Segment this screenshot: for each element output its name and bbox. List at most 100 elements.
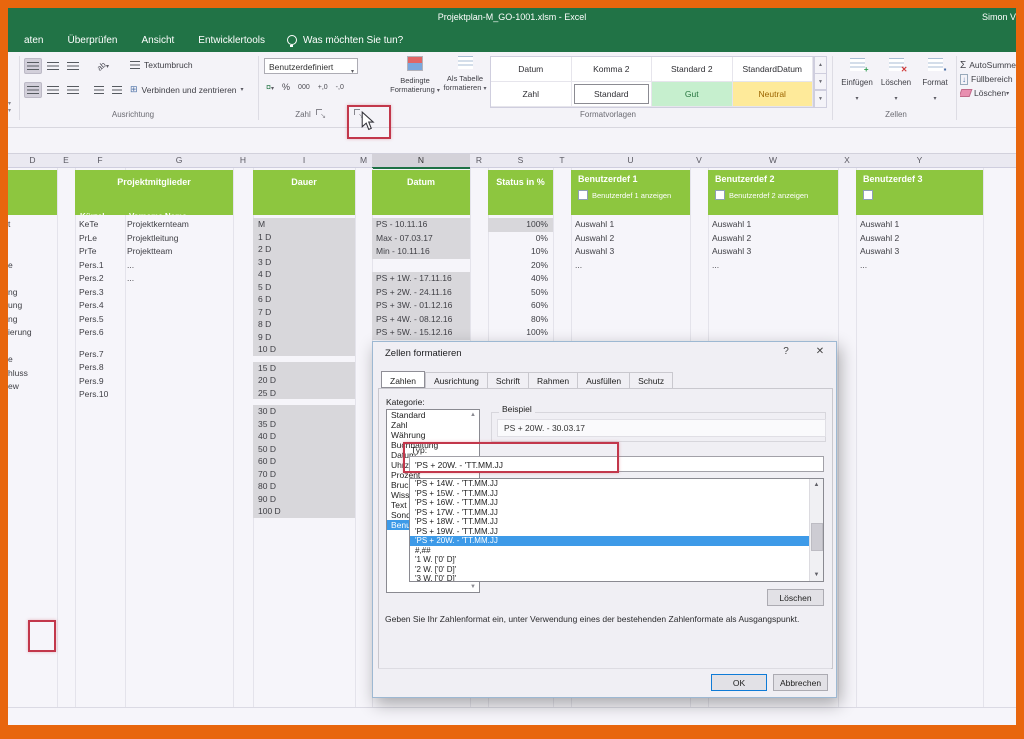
cell[interactable]: PrTe xyxy=(79,245,125,259)
format-as-table-button[interactable]: Als Tabelleformatieren ▾ xyxy=(440,56,490,94)
cell[interactable]: Auswahl 2 xyxy=(860,232,970,246)
ribbon-tab[interactable]: Ansicht xyxy=(130,30,187,51)
column-header[interactable]: E xyxy=(57,154,75,167)
cell[interactable]: 8 D xyxy=(253,318,355,331)
checkbox-icon[interactable] xyxy=(715,190,725,200)
cancel-button[interactable]: Abbrechen xyxy=(773,674,828,691)
cell-style-item[interactable]: Neutral xyxy=(733,82,814,107)
dialog-tab[interactable]: Rahmen xyxy=(528,372,577,389)
cell[interactable] xyxy=(127,286,233,300)
cell[interactable]: Projektkernteam xyxy=(127,218,233,232)
format-cells-button[interactable]: ▪ Format▾ xyxy=(916,58,954,105)
cell[interactable]: 30 D xyxy=(253,405,355,418)
gallery-scroll-down[interactable]: ▼ xyxy=(814,74,827,91)
delete-cells-button[interactable]: ✕ Löschen▾ xyxy=(877,58,915,105)
cell[interactable]: 70 D xyxy=(253,468,355,481)
dialog-tab[interactable]: Ausrichtung xyxy=(425,372,487,389)
column-header[interactable]: G xyxy=(125,154,233,167)
wrap-text-button[interactable]: Textumbruch xyxy=(130,60,193,70)
gallery-scroll-up[interactable]: ▲ xyxy=(814,56,827,74)
ribbon-tab[interactable]: Überprüfen xyxy=(55,30,129,51)
cell-style-item[interactable]: Datum xyxy=(491,57,572,82)
cell[interactable]: Pers.5 xyxy=(79,313,125,327)
cell[interactable]: Auswahl 2 xyxy=(575,232,685,246)
cell[interactable]: 15 D xyxy=(253,362,355,375)
cell-style-item[interactable]: Standard 2 xyxy=(652,57,733,82)
scroll-up-icon[interactable]: ▲ xyxy=(810,479,823,491)
align-middle-button[interactable] xyxy=(24,58,42,74)
cell[interactable]: Projektteam xyxy=(127,245,233,259)
cell-style-item[interactable]: Standard xyxy=(572,82,653,107)
cell[interactable]: 80 D xyxy=(253,480,355,493)
cell[interactable]: e xyxy=(8,353,57,367)
cell[interactable]: 20% xyxy=(488,259,553,273)
delete-format-button[interactable]: Löschen xyxy=(767,589,824,606)
cell[interactable] xyxy=(127,340,233,348)
cell[interactable]: ng xyxy=(8,313,57,327)
list-scroll-up-icon[interactable]: ▲ xyxy=(470,412,476,418)
cell[interactable]: 80% xyxy=(488,313,553,327)
cell[interactable] xyxy=(8,340,57,354)
column-header[interactable]: R xyxy=(470,154,488,167)
cell[interactable]: 1 D xyxy=(253,231,355,244)
cell[interactable]: ew xyxy=(8,380,57,394)
cell[interactable] xyxy=(8,232,57,246)
cell[interactable]: Pers.1 xyxy=(79,259,125,273)
conditional-formatting-button[interactable]: BedingteFormatierung ▾ xyxy=(390,56,440,96)
cell[interactable]: Auswahl 1 xyxy=(575,218,685,232)
cell[interactable]: ... xyxy=(575,259,685,273)
cell[interactable]: 5 D xyxy=(253,281,355,294)
percent-style-button[interactable]: % xyxy=(282,82,290,92)
cell[interactable]: 3 D xyxy=(253,256,355,269)
number-format-dropdown[interactable]: Benutzerdefiniert ▾ xyxy=(264,58,358,74)
column-header[interactable]: H xyxy=(233,154,253,167)
category-item[interactable]: Standard xyxy=(387,410,479,420)
cell[interactable]: Auswahl 3 xyxy=(575,245,685,259)
column-header[interactable]: S xyxy=(488,154,553,167)
cell[interactable]: PS + 2W. - 24.11.16 xyxy=(372,286,470,300)
format-item[interactable]: '2 W. ['0' D]' xyxy=(410,565,810,575)
cell-style-item[interactable]: Komma 2 xyxy=(572,57,653,82)
cell[interactable]: Pers.2 xyxy=(79,272,125,286)
cell[interactable]: t xyxy=(8,218,57,232)
column-header[interactable]: D xyxy=(8,154,57,167)
align-center-button[interactable] xyxy=(44,82,62,98)
format-item[interactable]: 'PS + 17W. - 'TT.MM.JJ xyxy=(410,508,810,518)
cell[interactable] xyxy=(372,259,470,273)
column-header[interactable]: V xyxy=(690,154,708,167)
cell[interactable]: Pers.8 xyxy=(79,361,125,375)
autosum-button[interactable]: ΣAutoSumme xyxy=(960,58,1016,72)
format-list-scrollbar[interactable]: ▲ ▼ xyxy=(809,479,823,581)
custom1-checkbox-row[interactable]: Benutzerdef 1 anzeigen xyxy=(578,190,690,200)
column-header[interactable]: X xyxy=(838,154,856,167)
cell[interactable]: Pers.7 xyxy=(79,348,125,362)
cell[interactable]: Auswahl 1 xyxy=(712,218,822,232)
cell[interactable] xyxy=(127,388,233,402)
cell[interactable] xyxy=(127,361,233,375)
cell[interactable]: Pers.10 xyxy=(79,388,125,402)
custom3-checkbox-row[interactable] xyxy=(863,190,983,200)
cell[interactable]: 2 D xyxy=(253,243,355,256)
comma-style-button[interactable]: 000 xyxy=(298,84,310,91)
cell[interactable]: 100% xyxy=(488,326,553,340)
cell[interactable]: 40 D xyxy=(253,430,355,443)
cell[interactable]: Auswahl 1 xyxy=(860,218,970,232)
cell[interactable]: 9 D xyxy=(253,331,355,344)
merge-center-button[interactable]: ⊞ Verbinden und zentrieren ▾ xyxy=(130,84,244,95)
format-item[interactable]: 'PS + 16W. - 'TT.MM.JJ xyxy=(410,498,810,508)
cell[interactable]: 100% xyxy=(488,218,553,232)
insert-cells-button[interactable]: + Einfügen▾ xyxy=(838,58,876,105)
cell[interactable] xyxy=(127,299,233,313)
column-header[interactable]: Y xyxy=(856,154,983,167)
cell[interactable]: 40% xyxy=(488,272,553,286)
cell[interactable]: 60 D xyxy=(253,455,355,468)
dialog-close-button[interactable]: ✕ xyxy=(811,346,829,357)
column-header[interactable]: N xyxy=(372,154,470,169)
cell[interactable]: ng xyxy=(8,286,57,300)
category-item[interactable]: Währung xyxy=(387,430,479,440)
cell[interactable]: 0% xyxy=(488,232,553,246)
cell[interactable]: Auswahl 3 xyxy=(860,245,970,259)
format-item[interactable]: '1 W. ['0' D]' xyxy=(410,555,810,565)
align-left-button[interactable] xyxy=(24,82,42,98)
column-header[interactable]: T xyxy=(553,154,571,167)
